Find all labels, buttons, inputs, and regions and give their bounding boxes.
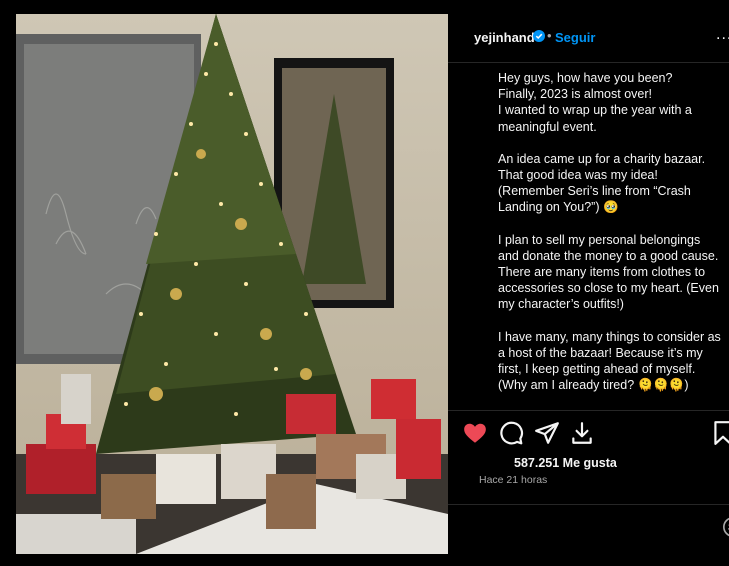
post-caption: Hey guys, how have you been? Finally, 20…	[498, 70, 724, 410]
post-header: yejinhand • Seguir ...	[448, 14, 729, 63]
likes-count[interactable]: 587.251 Me gusta	[514, 456, 617, 470]
verified-badge-icon	[533, 30, 545, 42]
more-options-button[interactable]: ...	[716, 26, 729, 44]
separator-dot: •	[547, 28, 552, 43]
share-icon[interactable]	[534, 420, 560, 446]
heart-icon[interactable]	[462, 420, 488, 446]
post-timestamp[interactable]: Hace 21 horas	[479, 474, 547, 486]
christmas-tree-photo	[16, 14, 448, 554]
caption-paragraph: An idea came up for a charity bazaar. Th…	[498, 151, 706, 215]
post-side-panel: yejinhand • Seguir ... Hey guys, how hav…	[448, 14, 729, 554]
divider	[448, 410, 729, 411]
username-link[interactable]: yejinhand	[474, 30, 535, 45]
post-actions-bar	[448, 420, 729, 450]
caption-paragraph: Hey guys, how have you been? Finally, 20…	[498, 71, 692, 134]
caption-paragraph: I plan to sell my personal belongings an…	[498, 232, 719, 312]
bookmark-icon[interactable]	[710, 420, 729, 446]
post-photo[interactable]	[16, 14, 448, 554]
divider	[448, 504, 729, 505]
comment-icon[interactable]	[498, 420, 524, 446]
emoji-icon[interactable]	[722, 516, 729, 538]
instagram-post-modal: yejinhand • Seguir ... Hey guys, how hav…	[16, 14, 729, 554]
caption-paragraph: I have many, many things to consider as …	[498, 329, 721, 393]
download-icon[interactable]	[569, 420, 595, 446]
follow-button[interactable]: Seguir	[555, 30, 595, 45]
